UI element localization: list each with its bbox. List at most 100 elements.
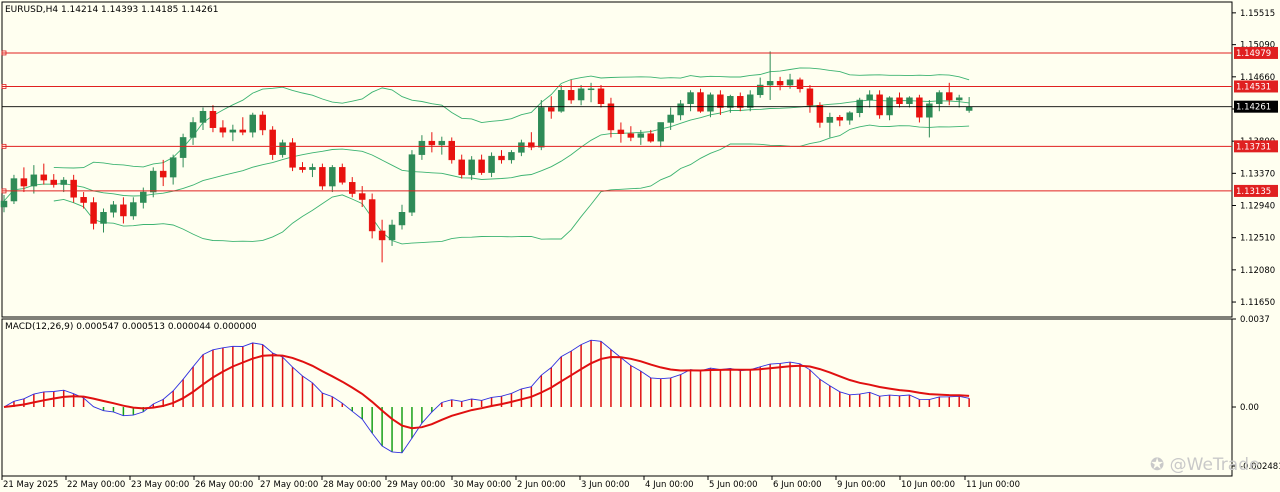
candle-body[interactable] [378, 230, 386, 241]
candle-body[interactable] [637, 133, 645, 138]
candle-body[interactable] [100, 211, 107, 224]
candle-body[interactable] [627, 133, 635, 138]
candle-body[interactable] [388, 224, 396, 241]
candle-body[interactable] [478, 159, 485, 173]
price-tick-label: 1.15515 [1240, 9, 1275, 19]
candle-body[interactable] [717, 94, 724, 108]
candle-body[interactable] [657, 122, 664, 142]
candle-body[interactable] [458, 159, 465, 176]
candle-body[interactable] [567, 90, 575, 101]
candle-body[interactable] [448, 140, 455, 161]
candle-body[interactable] [239, 129, 247, 133]
candle-body[interactable] [906, 97, 913, 105]
candle-body[interactable] [319, 167, 326, 187]
candle-body[interactable] [607, 103, 615, 131]
candle-body[interactable] [647, 133, 654, 142]
candle-body[interactable] [806, 88, 814, 106]
candle-body[interactable] [776, 81, 784, 86]
time-tick-label: 28 May 00:00 [323, 480, 381, 490]
candle-body[interactable] [786, 79, 794, 86]
candle-body[interactable] [329, 167, 336, 187]
candle-body[interactable] [90, 202, 97, 224]
candle-body[interactable] [269, 129, 276, 155]
candle-body[interactable] [358, 193, 366, 200]
candle-body[interactable] [130, 202, 137, 217]
candle-body[interactable] [299, 167, 306, 170]
candle-body[interactable] [876, 94, 883, 116]
candle-body[interactable] [916, 97, 923, 118]
candle-body[interactable] [438, 140, 446, 146]
candle-body[interactable] [846, 112, 853, 121]
candle-body[interactable] [518, 142, 525, 153]
candle-body[interactable] [826, 116, 834, 123]
candle-body[interactable] [408, 154, 416, 213]
candle-body[interactable] [737, 96, 744, 108]
candle-body[interactable] [488, 155, 495, 173]
candle-body[interactable] [40, 174, 48, 181]
candle-body[interactable] [219, 127, 227, 133]
candle-body[interactable] [150, 170, 157, 193]
candle-body[interactable] [538, 107, 545, 148]
candle-body[interactable] [896, 97, 903, 105]
candle-body[interactable] [747, 94, 754, 108]
candle-body[interactable] [766, 81, 774, 86]
candle-body[interactable] [577, 88, 585, 101]
candle-body[interactable] [279, 142, 286, 155]
candle-body[interactable] [159, 170, 167, 178]
candle-body[interactable] [309, 167, 316, 170]
candle-body[interactable] [140, 191, 147, 203]
candle-body[interactable] [597, 88, 605, 105]
candle-body[interactable] [339, 167, 346, 183]
candle-body[interactable] [508, 152, 515, 161]
candle-body[interactable] [667, 114, 674, 123]
candle-body[interactable] [955, 97, 963, 101]
candle-body[interactable] [249, 114, 256, 133]
time-tick-label: 9 Jun 00:00 [837, 480, 886, 490]
candle-body[interactable] [498, 155, 505, 161]
candle-body[interactable] [965, 106, 973, 111]
candle-body[interactable] [368, 199, 376, 232]
candle-body[interactable] [677, 103, 684, 116]
candle-body[interactable] [199, 110, 207, 123]
candle-body[interactable] [926, 103, 933, 118]
candle-body[interactable] [687, 92, 694, 105]
candle-body[interactable] [617, 129, 625, 134]
candle-body[interactable] [229, 129, 237, 133]
candle-body[interactable] [418, 140, 426, 155]
candle-body[interactable] [120, 204, 127, 217]
candle-body[interactable] [70, 179, 77, 198]
candle-body[interactable] [30, 174, 38, 187]
candle-body[interactable] [259, 114, 266, 131]
candle-body[interactable] [60, 179, 67, 185]
candle-body[interactable] [587, 88, 595, 91]
time-tick-label: 23 May 00:00 [131, 480, 189, 490]
candle-body[interactable] [866, 94, 873, 101]
candle-body[interactable] [0, 200, 8, 208]
candle-body[interactable] [50, 179, 57, 185]
candle-body[interactable] [707, 94, 714, 112]
price-chart[interactable]: 1.155151.150901.146601.142301.138001.133… [0, 0, 1280, 492]
candle-body[interactable] [548, 107, 555, 112]
candle-body[interactable] [398, 211, 406, 226]
price-tick-label: 1.12940 [1240, 202, 1275, 212]
candle-body[interactable] [796, 79, 804, 90]
candle-body[interactable] [110, 204, 117, 213]
candle-body[interactable] [428, 140, 436, 146]
candle-body[interactable] [946, 92, 953, 101]
candle-body[interactable] [349, 182, 356, 194]
candle-body[interactable] [697, 92, 704, 112]
candle-body[interactable] [209, 110, 217, 128]
candle-body[interactable] [468, 159, 475, 176]
candle-body[interactable] [836, 116, 844, 121]
candle-body[interactable] [10, 178, 18, 202]
candle-body[interactable] [169, 157, 177, 178]
candle-body[interactable] [80, 197, 87, 203]
candle-body[interactable] [20, 178, 28, 187]
candle-body[interactable] [936, 92, 943, 105]
candle-body[interactable] [816, 105, 824, 123]
chart-window: 1.155151.150901.146601.142301.138001.133… [0, 0, 1280, 492]
candle-body[interactable] [727, 96, 734, 108]
candle-body[interactable] [557, 90, 565, 112]
candle-body[interactable] [179, 137, 187, 158]
candle-body[interactable] [189, 122, 197, 138]
